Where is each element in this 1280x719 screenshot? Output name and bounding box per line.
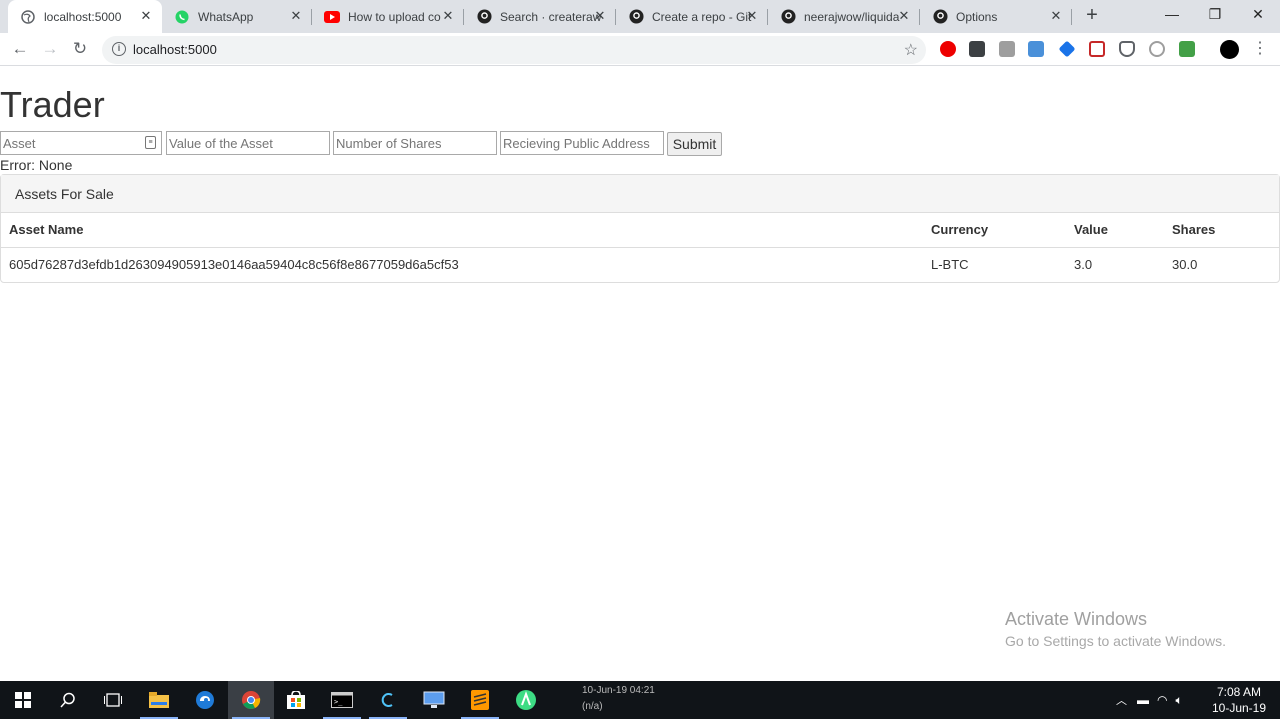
search-icon[interactable] (45, 681, 91, 719)
tab-separator (1071, 9, 1072, 25)
table-header-row: Asset Name Currency Value Shares (1, 213, 1279, 248)
volume-icon[interactable]: 🔈︎ (1175, 693, 1182, 708)
close-tab-icon[interactable]: ✕ (288, 8, 304, 24)
column-header: Currency (923, 213, 1066, 248)
currency-cell: L-BTC (931, 256, 969, 272)
system-tray: ︿ ▬ ◠ 🔈︎ (1116, 681, 1183, 719)
extension-icon[interactable] (999, 41, 1015, 57)
pocket-icon[interactable] (1119, 41, 1135, 57)
github-icon (628, 9, 644, 25)
close-tab-icon[interactable]: ✕ (1048, 8, 1064, 24)
opera-extension-icon[interactable] (940, 41, 956, 57)
ticker-widget: 10-Jun-19 04:21 (n/a) (582, 683, 655, 715)
autofill-icon[interactable]: ≡ (145, 136, 156, 149)
shares-cell: 30.0 (1172, 256, 1198, 272)
clock-time: 7:08 AM (1216, 685, 1262, 699)
address-bar[interactable]: i localhost:5000 ☆ (102, 36, 926, 64)
bookmark-star-icon[interactable]: ☆ (904, 40, 918, 60)
whatsapp-icon (174, 9, 190, 25)
globe-icon (20, 9, 36, 25)
tab-whatsapp[interactable]: WhatsApp ✕ (162, 0, 312, 33)
close-window-button[interactable]: ✕ (1236, 0, 1280, 30)
chrome-icon[interactable] (228, 681, 274, 719)
github-icon (476, 9, 492, 25)
taskbar-clock[interactable]: 7:08 AM 10-Jun-19 (1208, 684, 1270, 716)
wifi-icon[interactable]: ◠ (1157, 693, 1167, 707)
svg-text:>_: >_ (334, 698, 343, 706)
tab-github-search[interactable]: Search · createraw ✕ (464, 0, 616, 33)
minimize-button[interactable]: — (1150, 0, 1194, 30)
reload-icon[interactable]: ↻ (68, 37, 92, 61)
shares-input[interactable] (333, 131, 497, 155)
task-view-icon[interactable] (90, 681, 136, 719)
assets-table: Asset Name Currency Value Shares 605d762… (1, 213, 1279, 281)
remote-desktop-icon[interactable] (411, 681, 457, 719)
close-tab-icon[interactable]: ✕ (440, 8, 456, 24)
page-title: Trader (0, 84, 105, 125)
tab-youtube[interactable]: How to upload co ✕ (312, 0, 464, 33)
close-tab-icon[interactable]: ✕ (744, 8, 760, 24)
close-tab-icon[interactable]: ✕ (138, 8, 154, 24)
battery-icon[interactable]: ▬ (1137, 693, 1149, 707)
windows-taskbar: >_ 10-Jun-19 04:21 (n/a) ︿ ▬ ◠ 🔈︎ 7:08 A… (0, 681, 1280, 719)
tab-options[interactable]: Options ✕ (920, 0, 1072, 33)
github-icon (780, 9, 796, 25)
value-cell: 3.0 (1074, 256, 1093, 272)
table-row: 605d76287d3efdb1d263094905913e0146aa5940… (1, 247, 1279, 281)
store-icon[interactable] (273, 681, 319, 719)
profile-avatar[interactable] (1220, 40, 1239, 59)
panel-heading: Assets For Sale (1, 175, 1279, 213)
android-studio-icon[interactable] (503, 681, 549, 719)
browser-toolbar: ← → ↻ i localhost:5000 ☆ ⋮ (0, 33, 1280, 66)
asset-input[interactable] (0, 131, 162, 155)
tab-localhost[interactable]: localhost:5000 ✕ (8, 0, 162, 33)
youtube-icon (324, 9, 340, 25)
error-message: Error: None (0, 157, 73, 173)
back-arrow-icon[interactable]: ← (8, 37, 32, 61)
new-tab-button[interactable]: + (1082, 5, 1102, 25)
show-hidden-icons-icon[interactable]: ︿ (1116, 692, 1127, 708)
activate-windows-title: Activate Windows (1005, 609, 1148, 629)
address-url[interactable]: localhost:5000 (133, 42, 217, 57)
clock-date: 10-Jun-19 (1211, 701, 1267, 715)
restore-button[interactable]: ❐ (1193, 0, 1237, 30)
assets-panel: Assets For Sale Asset Name Currency Valu… (0, 174, 1280, 283)
info-icon[interactable]: i (112, 42, 126, 56)
ticker-date: 10-Jun-19 04:21 (582, 685, 655, 696)
start-windows-icon[interactable] (0, 681, 46, 719)
column-header: Asset Name (1, 213, 923, 248)
ticker-status: (n/a) (582, 701, 603, 712)
forward-arrow-icon[interactable]: → (38, 37, 62, 61)
activate-windows-subtitle: Go to Settings to activate Windows. (1005, 633, 1226, 649)
extension-icon[interactable] (1179, 41, 1195, 57)
extension-icon[interactable] (1149, 41, 1165, 57)
sublime-text-icon[interactable] (457, 681, 503, 719)
asset-value-input[interactable] (166, 131, 330, 155)
tab-github-create-repo[interactable]: Create a repo - Git ✕ (616, 0, 768, 33)
column-header: Value (1066, 213, 1164, 248)
close-tab-icon[interactable]: ✕ (896, 8, 912, 24)
close-tab-icon[interactable]: ✕ (592, 8, 608, 24)
public-address-input[interactable] (500, 131, 664, 155)
extension-icon[interactable] (1089, 41, 1105, 57)
cmder-icon[interactable] (365, 681, 411, 719)
tab-github-liquida[interactable]: neerajwow/liquida ✕ (768, 0, 920, 33)
terminal-icon[interactable]: >_ (319, 681, 365, 719)
asset-name-cell: 605d76287d3efdb1d263094905913e0146aa5940… (9, 256, 459, 272)
submit-button[interactable]: Submit (667, 132, 722, 156)
github-icon (932, 9, 948, 25)
file-explorer-icon[interactable] (136, 681, 182, 719)
new-extension-icon[interactable] (1028, 41, 1044, 57)
edge-icon[interactable] (182, 681, 228, 719)
column-header: Shares (1164, 213, 1279, 248)
page-content: Trader ≡ Submit Error: None Assets For S… (0, 67, 1280, 681)
extension-icon[interactable] (969, 41, 985, 57)
more-menu-icon[interactable]: ⋮ (1252, 38, 1268, 58)
extension-icon[interactable] (1058, 40, 1076, 58)
tab-strip: localhost:5000 ✕ WhatsApp ✕ How to uploa… (0, 0, 1280, 33)
